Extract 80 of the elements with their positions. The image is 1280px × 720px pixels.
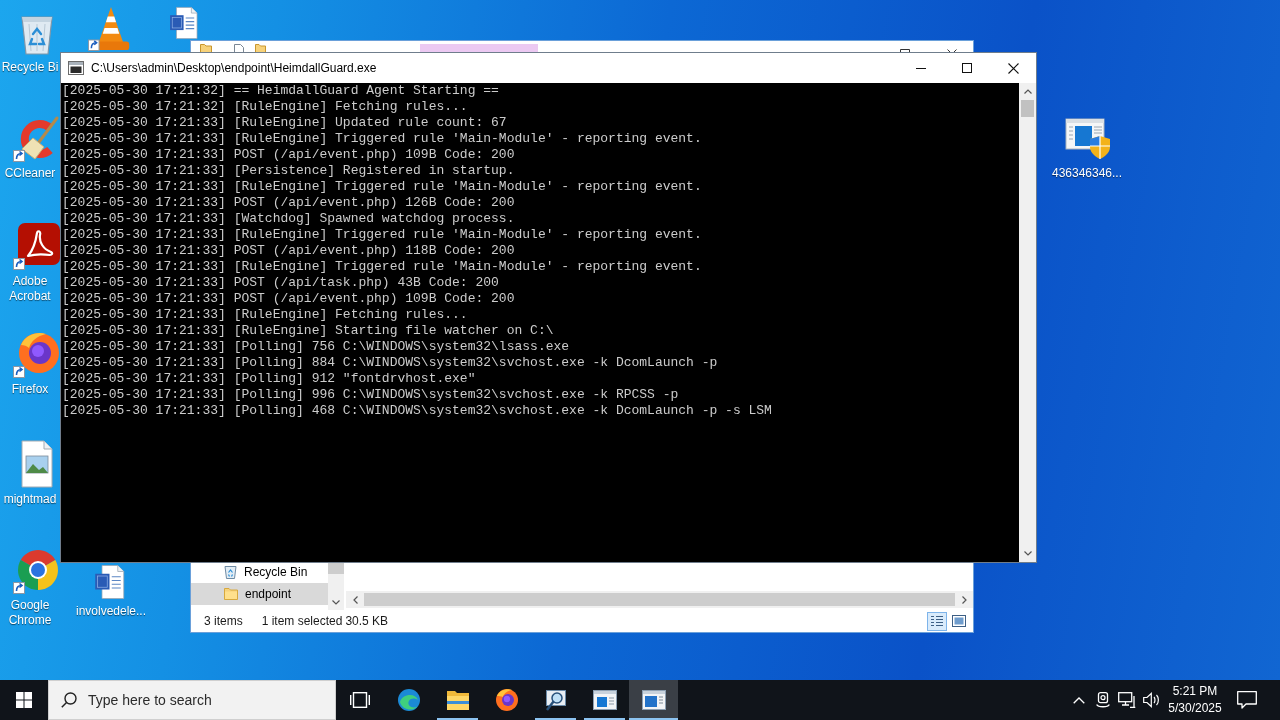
network-icon[interactable] [1118,692,1136,708]
start-icon [16,692,32,708]
close-icon[interactable] [947,49,957,52]
browser-icon[interactable] [13,330,61,378]
console-line: [2025-05-30 17:21:33] [Watchdog] Spawned watchdog process. [62,211,515,227]
broom-icon[interactable] [13,114,61,162]
scroll-left-icon[interactable] [352,595,358,604]
icon-label[interactable]: Adobe Acrobat [1,274,59,304]
scroll-down-icon[interactable] [1023,551,1032,556]
selection-status: 1 item selected [261,614,343,628]
taskbar-button[interactable] [629,680,678,720]
search-icon [61,692,77,708]
recycle-bin-icon [224,565,237,579]
item-count: 3 items [204,614,243,628]
scroll-up-icon[interactable] [1023,89,1032,94]
task-view-icon [350,692,370,708]
window-title: C:\Users\admin\Desktop\endpoint\HeimdallGuard.exe [91,61,378,75]
console-line: [2025-05-30 17:21:33] POST (/api/task.php) 43B Code: 200 [62,275,499,291]
icon-label[interactable]: Firefox [1,382,59,397]
console-line: [2025-05-30 17:21:33] [RuleEngine] Triggered rule 'Main-Module' - reporting event. [62,131,702,147]
maximize-icon [962,63,972,73]
folder-icon[interactable] [255,44,266,52]
volume-icon[interactable] [1142,692,1160,708]
icon-label[interactable]: 436346346... [1051,166,1123,181]
console-line: [2025-05-30 17:21:33] [Polling] 884 C:\WINDOWS\system32\svchost.exe -k DcomLaunch -p [62,355,718,371]
folder-icon [224,588,238,600]
console-line: [2025-05-30 17:21:33] [Polling] 996 C:\WINDOWS\system32\svchost.exe -k RPCSS -p [62,387,679,403]
maximize-icon[interactable] [900,49,910,52]
folder-icon [445,689,470,711]
nav-item[interactable]: Recycle Bin [191,563,328,581]
scroll-thumb[interactable] [1021,100,1034,117]
view-button[interactable] [927,611,947,631]
console-line: [2025-05-30 17:21:33] [Polling] 468 C:\WINDOWS\system32\svchost.exe -k DcomLaunch -p -s LSM [62,403,772,419]
console-line: [2025-05-30 17:21:33] [RuleEngine] Triggered rule 'Main-Module' - reporting event. [62,179,702,195]
console-line: [2025-05-30 17:21:33] POST (/api/event.php) 118B Code: 200 [62,243,515,259]
magnifier-window-icon [543,688,568,712]
console-line: [2025-05-30 17:21:33] POST (/api/event.php) 109B Code: 200 [62,147,515,163]
browser-icon [494,688,519,712]
clock-button[interactable]: 5:21 PM 5/30/2025 [1163,680,1227,720]
console-line: [2025-05-30 17:21:33] [RuleEngine] Starting file watcher on C:\ [62,323,554,339]
console-line: [2025-05-30 17:21:33] [Polling] 912 "fontdrvhost.exe" [62,371,476,387]
browser-icon [396,688,421,712]
notification-icon[interactable] [1237,691,1257,709]
icon-label[interactable]: involvedele... [75,604,146,619]
console-line: [2025-05-30 17:21:33] POST (/api/event.php) 126B Code: 200 [62,195,515,211]
page-icon[interactable] [234,44,244,52]
folder-icon[interactable] [200,44,212,52]
console-line: [2025-05-30 17:21:33] [Polling] 756 C:\WINDOWS\system32\lsass.exe [62,339,570,355]
chevron-up-icon[interactable] [1073,696,1085,704]
console-line: [2025-05-30 17:21:33] [RuleEngine] Updated rule count: 67 [62,115,507,131]
scroll-down-icon[interactable] [332,599,340,605]
console-line: [2025-05-30 17:21:32] [RuleEngine] Fetching rules... [62,99,468,115]
large-icons-view-icon [952,615,966,627]
console-line: [2025-05-30 17:21:33] [RuleEngine] Fetching rules... [62,307,468,323]
console-window-icon [68,61,84,75]
vertical-scrollbar[interactable] [1019,83,1036,562]
details-view-icon [930,615,944,627]
icon-label[interactable]: Google Chrome [1,598,59,628]
icon-label[interactable]: mightmad [1,492,59,507]
nav-item[interactable]: endpoint [191,583,328,605]
window-icon [592,690,617,710]
file-size: 30.5 KB [345,614,389,628]
console-line: [2025-05-30 17:21:33] [RuleEngine] Triggered rule 'Main-Module' - reporting event. [62,227,702,243]
console-line: [2025-05-30 17:21:33] [RuleEngine] Triggered rule 'Main-Module' - reporting event. [62,259,702,275]
horizontal-scrollbar[interactable] [346,591,973,608]
vertical-scrollbar[interactable] [328,563,344,610]
scroll-right-icon[interactable] [961,595,967,604]
icon-label[interactable]: Recycle Bi [1,60,59,75]
search-field[interactable]: Type here to search [48,680,336,720]
icon-label[interactable]: CCleaner [1,166,59,181]
console-line: [2025-05-30 17:21:32] == HeimdallGuard Agent Starting == [62,83,499,99]
scroll-thumb[interactable] [364,593,955,606]
camera-icon[interactable] [1096,692,1110,708]
minimize-icon [916,67,926,69]
console-line: [2025-05-30 17:21:33] POST (/api/event.php) 109B Code: 200 [62,291,515,307]
console-window-icon [641,690,666,710]
pdf-icon[interactable] [13,222,61,270]
close-icon [1007,62,1019,74]
scroll-thumb[interactable] [328,563,344,574]
console-line: [2025-05-30 17:21:33] [Persistence] Registered in startup. [62,163,515,179]
